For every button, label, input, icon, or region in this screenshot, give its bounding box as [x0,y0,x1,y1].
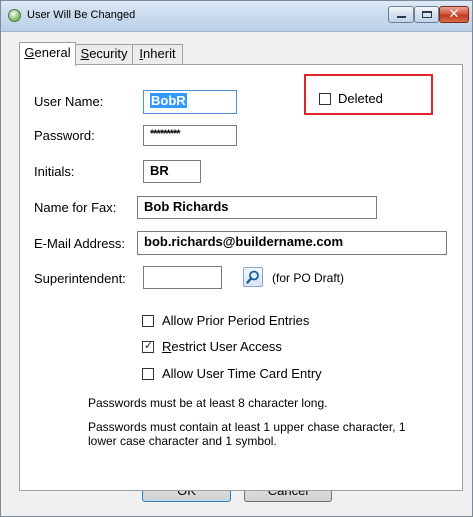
po-draft-note: (for PO Draft) [272,271,345,285]
magnifier-icon [246,270,259,284]
user-name-label: User Name: [34,94,104,109]
fax-name-label: Name for Fax: [34,200,117,215]
superintendent-lookup-button[interactable] [243,267,263,287]
password-label: Password: [34,128,95,143]
tab-general[interactable]: General [19,42,76,66]
superintendent-field[interactable] [143,266,222,289]
minimize-icon [397,16,406,18]
tab-general-accel: G [24,45,35,60]
allow-time-card-label: Allow User Time Card Entry [162,366,322,381]
password-complexity-note-line2: lower case character and 1 symbol. [88,434,277,448]
check-mark-icon: ✓ [143,339,154,352]
dialog-window: User Will Be Changed ✕ General Security … [0,0,473,517]
tab-security-accel: S [80,46,90,61]
user-name-field[interactable]: BobR [143,90,237,114]
tab-security[interactable]: Security [76,44,133,64]
restrict-user-access-text: estrict User Access [171,339,282,354]
tab-inherit-label: nherit [143,46,176,61]
deleted-checkbox[interactable] [319,93,331,105]
app-icon [8,9,21,22]
restrict-user-access-checkbox[interactable]: ✓ [142,339,154,353]
tab-general-label: eneral [34,45,71,60]
email-label: E-Mail Address: [34,236,126,251]
user-name-value: BobR [150,93,187,108]
close-button[interactable]: ✕ [439,6,469,23]
email-field[interactable]: bob.richards@buildername.com [137,231,447,255]
password-length-note: Passwords must be at least 8 character l… [88,396,328,410]
superintendent-label: Superintendent: [34,271,126,286]
allow-prior-period-label: Allow Prior Period Entries [162,313,309,328]
close-icon: ✕ [448,7,460,22]
password-field[interactable]: ********* [143,125,237,146]
allow-prior-period-text: Allow Prior Period Entries [162,313,310,328]
tab-inherit[interactable]: Inherit [133,44,183,64]
password-complexity-note-line1: Passwords must contain at least 1 upper … [88,420,406,434]
allow-prior-period-checkbox[interactable] [142,315,154,327]
deleted-label: Deleted [338,91,383,106]
allow-time-card-text: Allow User Time Card Entry [162,366,322,381]
title-bar[interactable]: User Will Be Changed ✕ [1,1,472,32]
maximize-icon [422,11,432,18]
allow-time-card-checkbox[interactable] [142,368,154,380]
initials-label: Initials: [34,164,75,179]
initials-field[interactable]: BR [143,160,201,183]
window-title: User Will Be Changed [27,9,136,21]
fax-name-field[interactable]: Bob Richards [137,196,377,219]
restrict-accel: R [162,339,172,354]
tab-security-label: ecurity [89,46,128,61]
restrict-user-access-label: Restrict User Access [162,339,282,354]
minimize-button[interactable] [388,6,414,23]
maximize-button[interactable] [414,6,439,23]
